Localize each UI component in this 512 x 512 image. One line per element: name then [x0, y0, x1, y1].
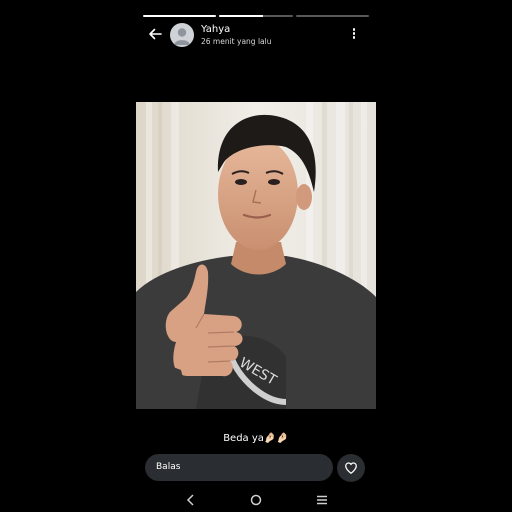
- story-progress: [143, 15, 369, 18]
- heart-icon[interactable]: [337, 454, 365, 482]
- progress-segment: [219, 15, 293, 17]
- more-vertical-icon[interactable]: [350, 28, 358, 42]
- user-name[interactable]: Yahya: [201, 24, 230, 36]
- reply-placeholder: Balas: [156, 462, 181, 472]
- story-viewer: Yahya 26 menit yang lalu WEST Beda ya🤌🏻🤌…: [136, 0, 376, 512]
- story-header: Yahya 26 menit yang lalu: [136, 20, 376, 50]
- story-caption: Beda ya🤌🏻🤌🏻: [223, 433, 289, 444]
- arrow-left-icon[interactable]: [147, 26, 163, 42]
- reply-input[interactable]: Balas: [145, 454, 333, 481]
- chevron-left-icon[interactable]: [183, 492, 199, 508]
- progress-segment: [295, 15, 369, 17]
- avatar[interactable]: [170, 23, 194, 47]
- story-timestamp: 26 menit yang lalu: [201, 37, 272, 46]
- story-photo[interactable]: WEST: [136, 102, 376, 409]
- system-nav-bar: [136, 490, 376, 510]
- progress-fill: [143, 15, 217, 17]
- menu-lines-icon[interactable]: [314, 492, 330, 508]
- progress-segment: [143, 15, 217, 17]
- progress-fill: [219, 15, 264, 17]
- circle-home-icon[interactable]: [248, 492, 264, 508]
